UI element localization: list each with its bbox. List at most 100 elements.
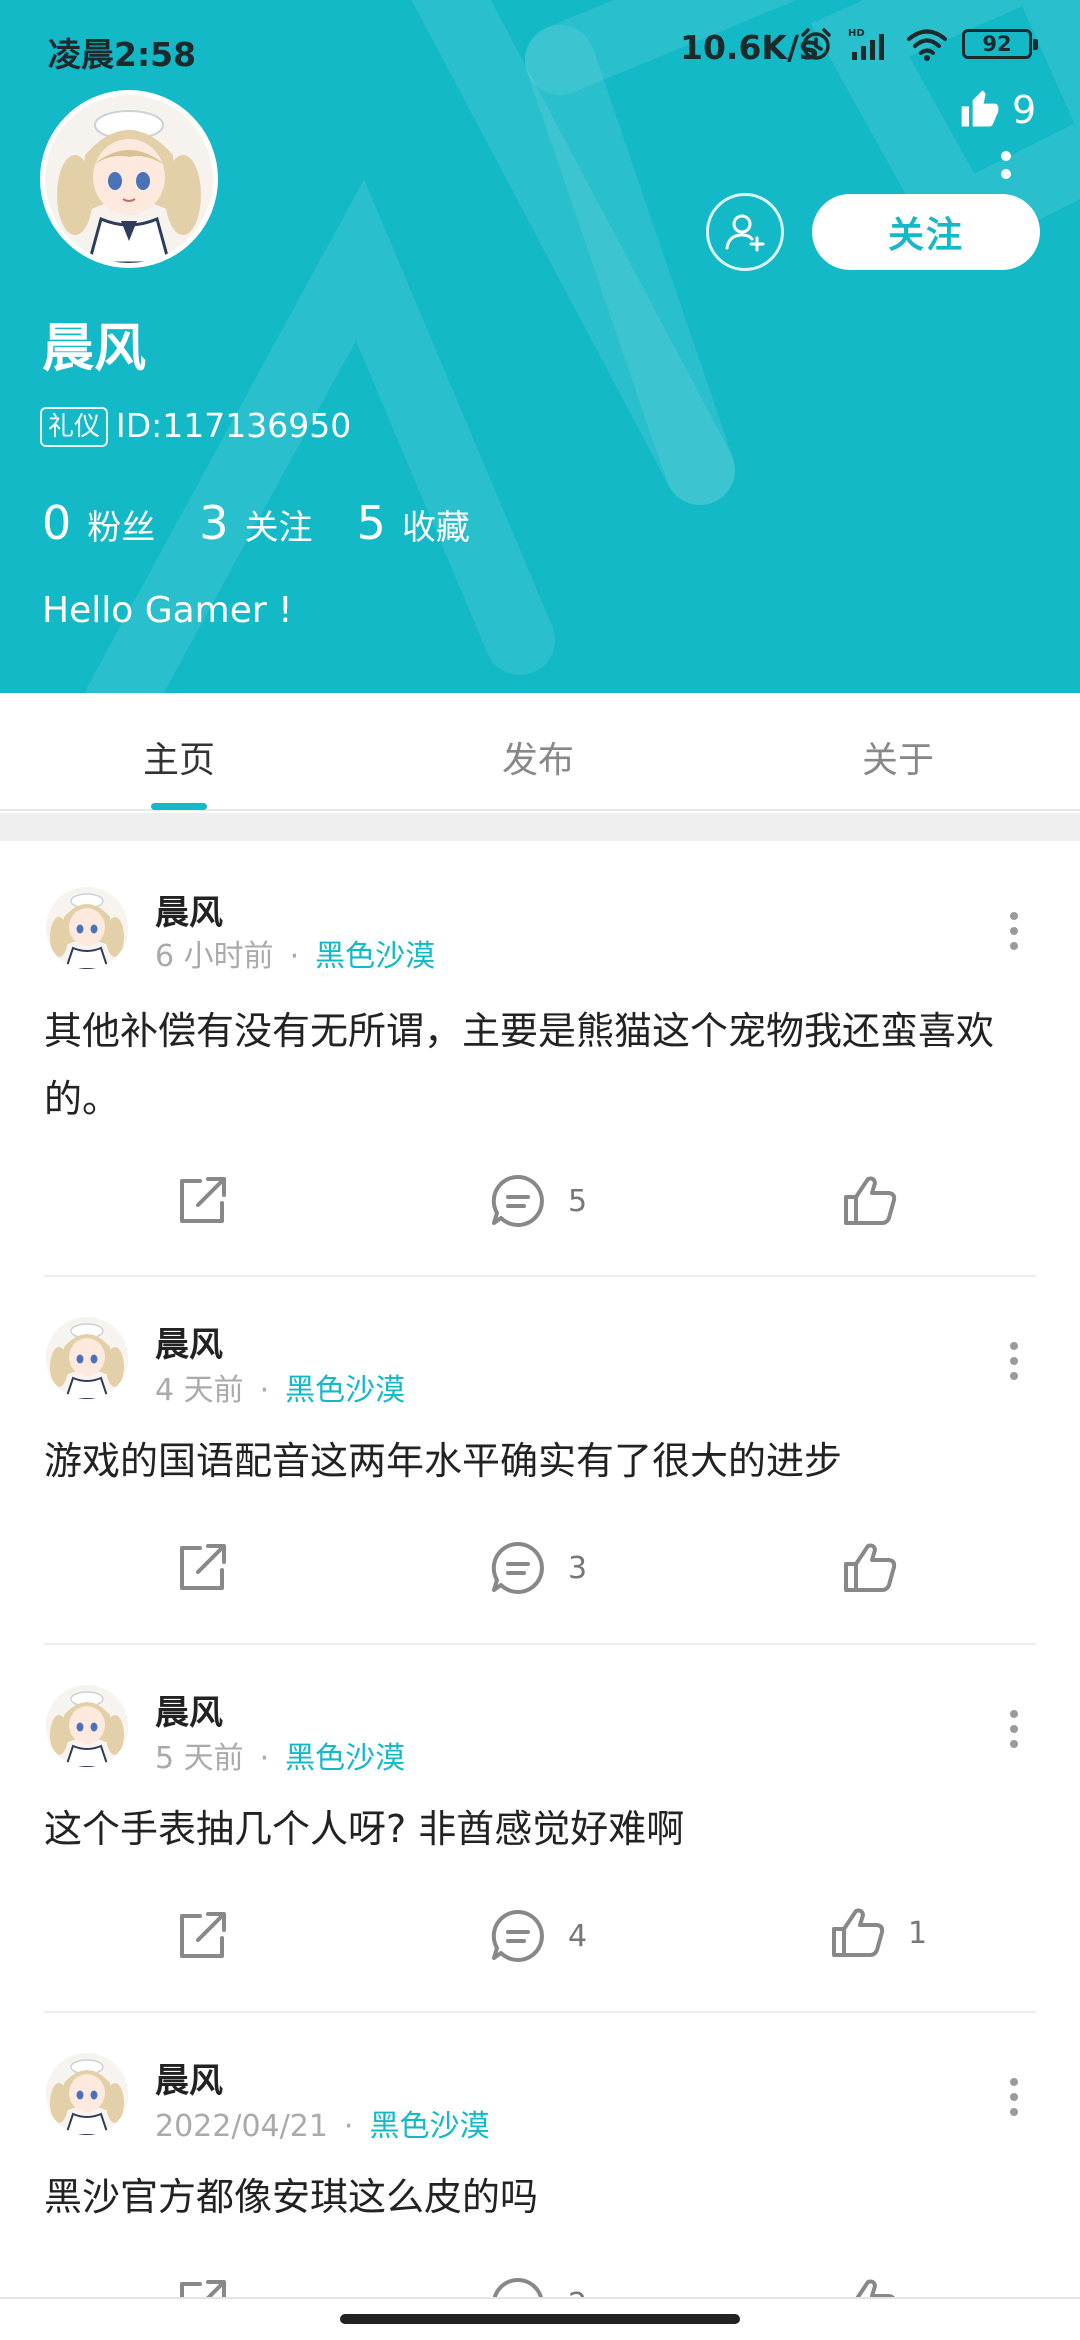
post-channel-link[interactable]: 黑色沙漠 xyxy=(285,1741,405,1776)
post-text: 这个手表抽几个人呀? 非酋感觉好难啊 xyxy=(44,1807,685,1851)
comment-icon xyxy=(490,1908,546,1964)
post-author-avatar[interactable] xyxy=(46,1317,128,1399)
post-meta: 4 天前 · 黑色沙漠 xyxy=(155,1365,405,1409)
post-author-name[interactable]: 晨风 xyxy=(155,1685,223,1734)
post-author-avatar[interactable] xyxy=(46,1685,128,1767)
follow-button[interactable]: 关注 xyxy=(812,194,1040,270)
post-text: 其他补偿有没有无所谓，主要是熊猫这个宠物我还蛮喜欢的。 xyxy=(44,1009,995,1121)
user-badge[interactable]: 礼仪 xyxy=(40,407,109,447)
share-icon xyxy=(174,1908,230,1964)
comment-button[interactable]: 2 xyxy=(490,2276,587,2297)
more-vertical-icon[interactable] xyxy=(1008,2077,1020,2117)
share-button[interactable] xyxy=(174,2276,230,2297)
post-meta: 6 小时前 · 黑色沙漠 xyxy=(155,931,435,975)
more-vertical-icon[interactable] xyxy=(1000,150,1012,192)
stat-number: 0 xyxy=(42,496,72,550)
profile-likes[interactable]: 9 xyxy=(958,88,1036,132)
stat-favorites[interactable]: 5 收藏 xyxy=(357,496,470,550)
meta-separator: · xyxy=(259,1741,270,1776)
anime-avatar-image xyxy=(46,1685,128,1767)
thumbs-up-icon xyxy=(961,90,999,127)
post-text: 游戏的国语配音这两年水平确实有了很大的进步 xyxy=(44,1439,843,1483)
stat-fans[interactable]: 0 粉丝 xyxy=(42,496,155,550)
post-author-avatar[interactable] xyxy=(46,887,128,969)
anime-avatar-image xyxy=(46,2053,128,2135)
more-vertical-icon[interactable] xyxy=(1008,1709,1020,1749)
like-button[interactable]: 1 xyxy=(830,1905,927,1961)
share-button[interactable] xyxy=(174,1908,230,1964)
status-time: 凌晨2:58 xyxy=(48,35,197,74)
post-text: 黑沙官方都像安琪这么皮的吗 xyxy=(44,2175,539,2219)
avatar[interactable] xyxy=(40,90,218,268)
post-time: 2022/04/21 xyxy=(155,2109,328,2144)
post-time: 4 天前 xyxy=(155,1373,244,1408)
likes-count: 9 xyxy=(1012,88,1037,132)
thumbs-up-icon xyxy=(830,1905,886,1961)
profile-header: 凌晨2:58 10.6K/s HD 92 9 关注 晨风 礼仪 ID:11713… xyxy=(0,0,1080,693)
stat-following[interactable]: 3 关注 xyxy=(199,496,312,550)
comment-icon xyxy=(490,2276,546,2297)
share-icon xyxy=(174,1540,230,1596)
post-card[interactable]: 晨风 5 天前 · 黑色沙漠 这个手表抽几个人呀? 非酋感觉好难啊 4 1 xyxy=(0,1645,1080,2013)
post-channel-link[interactable]: 黑色沙漠 xyxy=(369,2109,489,2144)
post-meta: 2022/04/21 · 黑色沙漠 xyxy=(155,2101,489,2145)
more-vertical-icon[interactable] xyxy=(1008,911,1020,951)
user-id: ID:117136950 xyxy=(116,406,352,445)
post-channel-link[interactable]: 黑色沙漠 xyxy=(315,939,435,974)
comment-count: 3 xyxy=(568,1550,588,1586)
profile-stats: 0 粉丝 3 关注 5 收藏 xyxy=(42,496,470,550)
bottom-divider xyxy=(0,2297,1080,2299)
like-button[interactable] xyxy=(842,2276,920,2297)
comment-button[interactable]: 3 xyxy=(490,1540,587,1596)
meta-separator: · xyxy=(259,1373,270,1408)
post-time: 5 天前 xyxy=(155,1741,244,1776)
post-channel-link[interactable]: 黑色沙漠 xyxy=(285,1373,405,1408)
post-meta: 5 天前 · 黑色沙漠 xyxy=(155,1733,405,1777)
signal-icon: HD xyxy=(848,28,884,60)
tab-home[interactable]: 主页 xyxy=(143,731,215,783)
more-vertical-icon[interactable] xyxy=(1008,1341,1020,1381)
wifi-icon xyxy=(907,29,947,61)
comment-icon xyxy=(490,1540,546,1596)
stat-label: 粉丝 xyxy=(87,508,156,548)
post-author-avatar[interactable] xyxy=(46,2053,128,2135)
comment-button[interactable]: 5 xyxy=(490,1173,587,1229)
like-button[interactable] xyxy=(842,1540,920,1596)
home-indicator[interactable] xyxy=(340,2314,740,2324)
profile-username: 晨风 xyxy=(42,319,147,379)
post-author-name[interactable]: 晨风 xyxy=(155,885,223,934)
like-button[interactable] xyxy=(842,1173,920,1229)
status-icons: HD 92 xyxy=(798,26,1038,62)
section-divider xyxy=(0,813,1080,841)
status-bar: 凌晨2:58 10.6K/s HD 92 xyxy=(0,0,1080,96)
comment-icon xyxy=(490,1173,546,1229)
comment-button[interactable]: 4 xyxy=(490,1908,587,1964)
stat-number: 3 xyxy=(199,496,229,550)
tab-about[interactable]: 关于 xyxy=(862,731,934,783)
stat-number: 5 xyxy=(356,496,386,550)
thumbs-up-icon xyxy=(842,1540,898,1596)
post-card[interactable]: 晨风 2022/04/21 · 黑色沙漠 黑沙官方都像安琪这么皮的吗 2 xyxy=(0,2013,1080,2297)
anime-avatar-image xyxy=(45,95,213,263)
alarm-icon xyxy=(801,28,831,60)
add-friend-button[interactable] xyxy=(706,193,784,271)
tab-posts[interactable]: 发布 xyxy=(502,731,574,783)
comment-count: 5 xyxy=(568,1183,588,1219)
post-card[interactable]: 晨风 4 天前 · 黑色沙漠 游戏的国语配音这两年水平确实有了很大的进步 3 xyxy=(0,1277,1080,1645)
anime-avatar-image xyxy=(46,887,128,969)
share-button[interactable] xyxy=(174,1173,230,1229)
meta-separator: · xyxy=(343,2109,354,2144)
post-author-name[interactable]: 晨风 xyxy=(155,2053,223,2102)
post-time: 6 小时前 xyxy=(155,939,274,974)
share-button[interactable] xyxy=(174,1540,230,1596)
post-author-name[interactable]: 晨风 xyxy=(155,1317,223,1366)
meta-separator: · xyxy=(289,939,300,974)
profile-bio: Hello Gamer ! xyxy=(42,590,293,631)
comment-count: 2 xyxy=(568,2287,587,2298)
post-card[interactable]: 晨风 6 小时前 · 黑色沙漠 其他补偿有没有无所谓，主要是熊猫这个宠物我还蛮喜欢的… xyxy=(0,841,1080,1277)
add-user-icon xyxy=(725,214,765,252)
thumbs-up-icon xyxy=(842,2276,898,2297)
stat-label: 收藏 xyxy=(401,508,470,548)
profile-tabs: 主页 发布 关于 xyxy=(0,693,1080,811)
stat-label: 关注 xyxy=(244,508,313,548)
